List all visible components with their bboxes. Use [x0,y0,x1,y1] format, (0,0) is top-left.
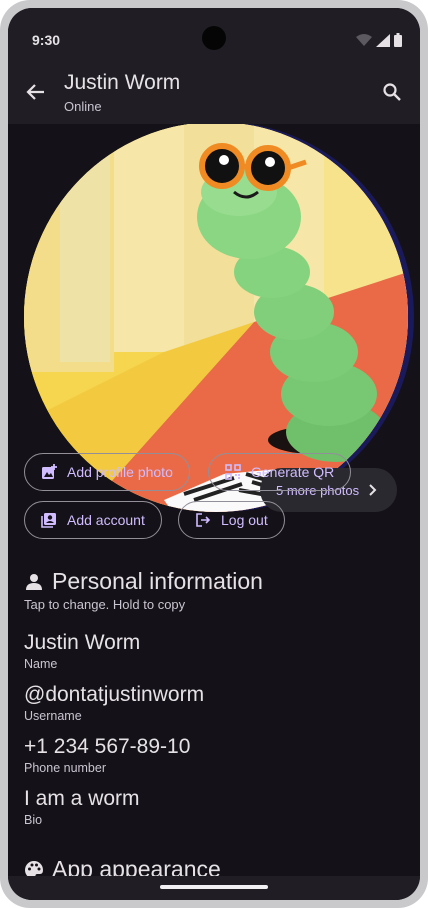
status-time: 9:30 [32,32,61,48]
top-app-bar: Justin Worm Online [8,60,420,124]
qr-code-icon [225,464,241,480]
back-button[interactable] [22,78,50,106]
front-camera [202,26,226,50]
name-label: Name [24,657,58,671]
search-button[interactable] [378,78,406,106]
name-value[interactable]: Justin Worm [24,631,140,655]
bio-label: Bio [24,813,43,827]
chevron-right-icon [369,484,377,496]
add-profile-photo-label: Add profile photo [67,464,173,480]
add-account-button[interactable]: Add account [24,501,162,539]
generate-qr-label: Generate QR [251,464,335,480]
personal-information-title: Personal information [52,568,263,594]
arrow-back-icon [26,84,44,100]
online-status: Online [64,99,102,114]
screen: 5 more photos Add profile photo Generate… [8,8,420,900]
phone-frame: 5 more photos Add profile photo Generate… [0,0,428,908]
personal-information-hint: Tap to change. Hold to copy [24,597,186,612]
signal-icon [376,33,390,47]
status-bar: 9:30 [8,8,420,60]
contact-name-title: Justin Worm [64,71,181,94]
battery-icon [394,33,402,47]
home-indicator[interactable] [160,885,268,889]
status-icons [356,33,402,47]
add-profile-photo-button[interactable]: Add profile photo [24,453,190,491]
log-out-label: Log out [221,512,268,528]
wifi-icon [356,34,372,46]
username-label: Username [24,709,82,723]
personal-information-heading: Personal information [24,568,263,595]
person-icon [26,573,42,590]
bio-value[interactable]: I am a worm [24,787,140,811]
generate-qr-button[interactable]: Generate QR [208,453,352,491]
log-out-button[interactable]: Log out [178,501,285,539]
account-box-icon [41,513,56,528]
search-icon [383,83,401,101]
gesture-nav-bar [8,876,420,900]
phone-number-value[interactable]: +1 234 567-89-10 [24,735,190,759]
phone-number-label: Phone number [24,761,107,775]
logout-icon [196,513,211,527]
username-value[interactable]: @dontatjustinworm [24,683,204,707]
add-photo-icon [42,464,57,479]
add-account-label: Add account [67,512,145,528]
